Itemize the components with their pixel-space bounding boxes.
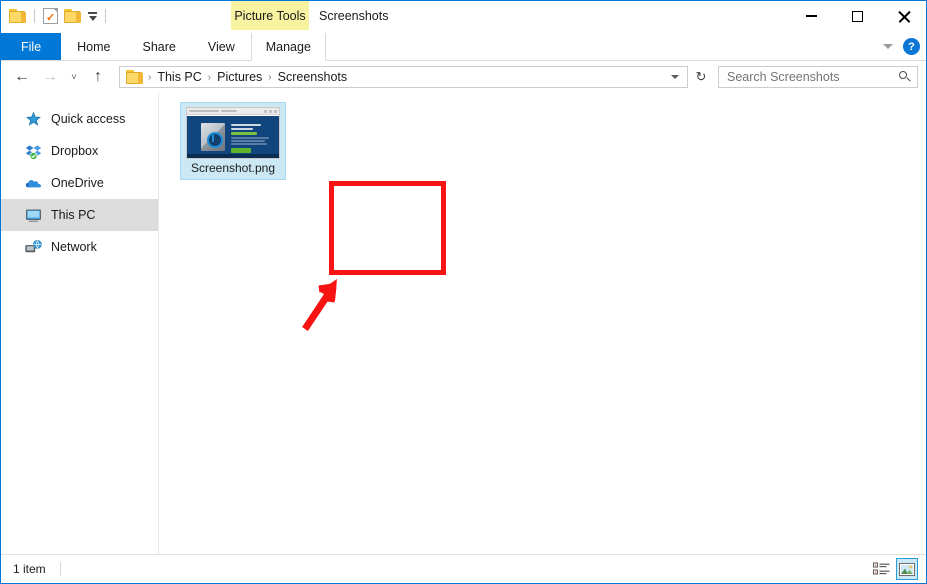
recent-locations-button[interactable]: ˅ [65,64,83,90]
dropbox-icon [25,143,42,160]
help-icon[interactable]: ? [903,38,920,55]
customize-icon[interactable] [87,12,97,21]
tab-file[interactable]: File [1,33,61,60]
up-button[interactable]: ↑ [85,64,111,90]
toolbar-divider-2 [105,9,106,23]
tab-manage[interactable]: Manage [251,33,326,61]
picture-tools-label: Picture Tools [231,1,309,30]
tab-home[interactable]: Home [61,33,126,60]
sidebar-item-dropbox[interactable]: Dropbox [1,135,158,167]
file-item-screenshot[interactable]: Screenshot.png [180,102,286,180]
star-icon [25,111,42,128]
minimize-button[interactable] [788,1,834,31]
sidebar-label-onedrive: OneDrive [51,176,104,190]
new-folder-icon[interactable] [64,9,81,23]
search-input[interactable] [725,69,894,85]
breadcrumb-item-screenshots[interactable]: Screenshots [275,70,350,84]
forward-button[interactable]: → [37,64,63,90]
breadcrumb-separator-1: › [207,72,212,83]
sidebar-item-network[interactable]: Network [1,231,158,263]
file-explorer-window: ✓ Picture Tools Screenshots File Home Sh… [0,0,927,584]
cloud-icon [25,175,42,192]
folder-icon[interactable] [9,9,26,23]
thumbnail-browser-toolbar [187,108,279,115]
status-item-count: 1 item [1,562,46,576]
search-icon[interactable] [899,71,911,83]
ribbon-tab-bar: File Home Share View Manage ? [1,33,926,61]
back-button[interactable]: ← [9,64,35,90]
window-title: Screenshots [319,1,388,30]
ribbon-right-controls: ? [883,33,920,60]
sidebar-label-dropbox: Dropbox [51,144,98,158]
sidebar-label-this-pc: This PC [51,208,95,222]
breadcrumb-item-this-pc[interactable]: This PC [154,70,204,84]
sidebar-item-this-pc[interactable]: This PC [1,199,158,231]
title-bar: ✓ Picture Tools Screenshots [1,1,926,33]
large-icons-view-button[interactable] [896,558,918,580]
explorer-body: Quick access Dropbox [1,93,926,554]
sidebar-item-quick-access[interactable]: Quick access [1,103,158,135]
tab-view[interactable]: View [192,33,251,60]
breadcrumb-folder-icon [126,70,143,84]
refresh-button[interactable]: ↻ [690,66,712,88]
view-mode-buttons [870,558,918,580]
status-bar: 1 item [1,554,926,583]
file-name-label: Screenshot.png [191,161,275,176]
address-bar: ← → ˅ ↑ › This PC › Pictures › Screensho… [1,61,926,93]
window-controls [788,1,926,31]
sidebar-item-onedrive[interactable]: OneDrive [1,167,158,199]
annotation-arrow-icon [299,271,355,333]
thumbnail-product-box [201,123,225,151]
properties-icon[interactable]: ✓ [43,8,58,24]
annotation-highlight-box [329,181,446,275]
thumbnail-page-content [187,116,279,154]
breadcrumb-separator-2: › [267,72,272,83]
sidebar-label-quick-access: Quick access [51,112,125,126]
details-view-button[interactable] [870,558,892,580]
file-thumbnail [186,107,280,159]
chevron-down-icon[interactable] [883,44,893,49]
close-button[interactable] [880,1,926,31]
breadcrumb-dropdown-icon[interactable] [671,75,679,79]
breadcrumb: › This PC › Pictures › Screenshots [143,70,671,84]
maximize-button[interactable] [834,1,880,31]
quick-access-toolbar: ✓ [1,1,108,31]
tab-share[interactable]: Share [127,33,192,60]
navigation-pane: Quick access Dropbox [1,93,159,554]
search-box[interactable] [718,66,918,88]
network-icon [25,239,42,256]
status-divider [60,562,61,576]
breadcrumb-item-pictures[interactable]: Pictures [214,70,265,84]
breadcrumb-bar[interactable]: › This PC › Pictures › Screenshots [119,66,688,88]
toolbar-divider [34,9,35,23]
sidebar-label-network: Network [51,240,97,254]
monitor-icon [25,207,42,224]
breadcrumb-separator-0: › [147,72,152,83]
file-list-pane[interactable]: Screenshot.png [159,93,926,554]
